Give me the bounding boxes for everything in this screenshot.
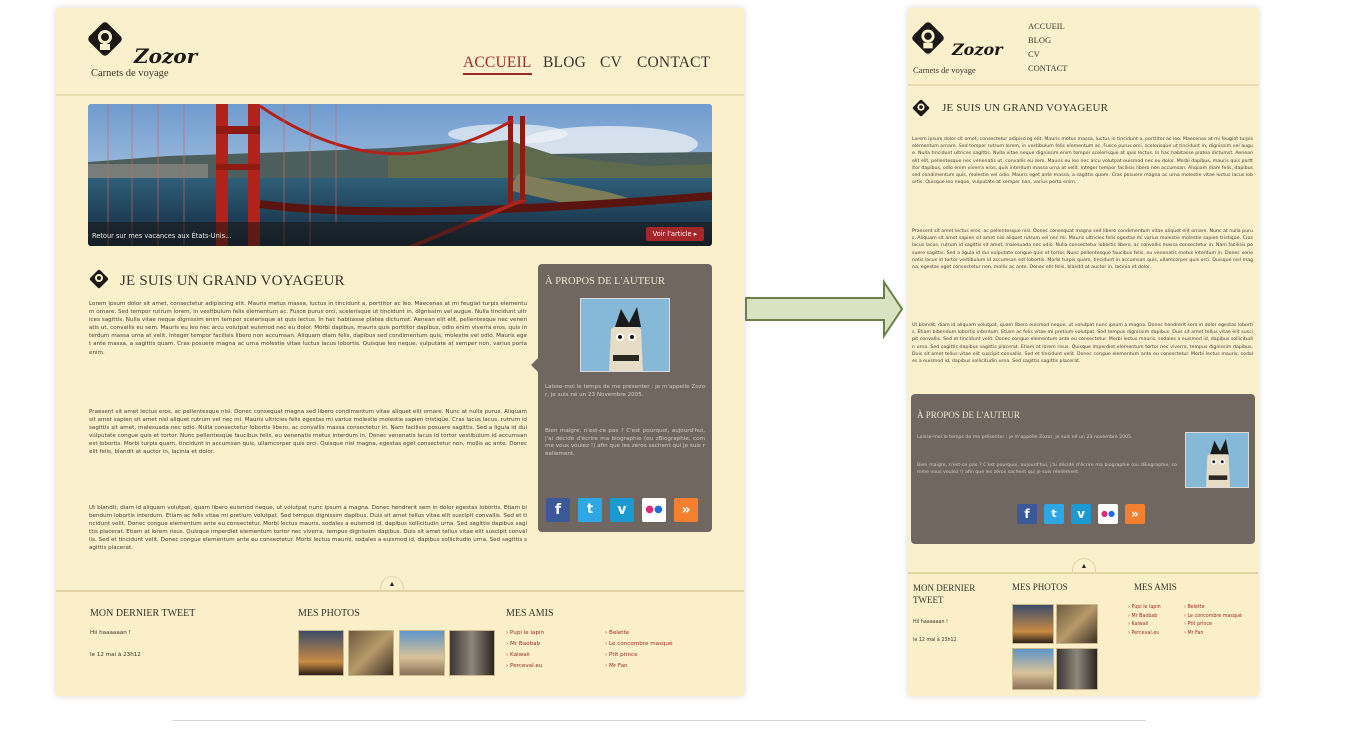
facebook-icon[interactable]: f bbox=[546, 498, 570, 522]
logo-name: Zozor bbox=[134, 44, 198, 68]
section-logo-icon bbox=[912, 99, 930, 117]
article-paragraph-1: Lorem ipsum dolor sit amet, consectetur … bbox=[912, 137, 1253, 186]
friend-link[interactable]: › Belette bbox=[1184, 604, 1254, 613]
article-paragraph-3: Ut blandit, diam id aliquam volutpat, qu… bbox=[89, 505, 527, 552]
friends-col2: › Belette › Le concombre masqué › Ptit p… bbox=[605, 628, 673, 672]
friends-title: MES AMIS bbox=[1134, 582, 1177, 592]
photo-thumb-3[interactable] bbox=[399, 630, 445, 676]
flickr-icon[interactable]: ●● bbox=[642, 498, 666, 522]
about-title: À PROPOS DE L'AUTEUR bbox=[545, 276, 666, 287]
friend-link[interactable]: › Ptit prince bbox=[605, 650, 673, 661]
social-links: f t v ●● » bbox=[1017, 504, 1145, 524]
friend-link[interactable]: › Mr Baobab bbox=[506, 639, 544, 650]
vimeo-icon[interactable]: v bbox=[1071, 504, 1091, 524]
section-logo-icon bbox=[89, 269, 109, 289]
transition-arrow-icon bbox=[745, 278, 904, 340]
about-text-1: Laisse-moi le temps de me présenter : je… bbox=[545, 384, 705, 398]
site-header: Zozor Carnets de voyage ACCUEIL BLOG CV … bbox=[56, 8, 744, 96]
friends-col1: › Pupi le lapin › Mr Baobab › Kaiwaii › … bbox=[1128, 604, 1161, 638]
friend-link[interactable]: › Mr Baobab bbox=[1128, 613, 1161, 622]
photo-thumb-4[interactable] bbox=[449, 630, 495, 676]
about-title: À PROPOS DE L'AUTEUR bbox=[917, 410, 1020, 420]
about-author-panel: À PROPOS DE L'AUTEUR Laisse-moi le temps… bbox=[531, 264, 712, 532]
friend-link[interactable]: › Le concombre masqué bbox=[1184, 613, 1254, 622]
tweet-date: le 12 mai à 23h12 bbox=[913, 638, 957, 643]
footer-toggle-button[interactable]: ▲ bbox=[380, 576, 404, 590]
friends-col2: › Belette › Le concombre masqué › Ptit p… bbox=[1184, 604, 1254, 638]
friends-col1: › Pupi le lapin › Mr Baobab › Kaiwaii › … bbox=[506, 628, 544, 672]
site-footer: ▲ MON DERNIER TWEET Hii haaaaaan ! le 12… bbox=[56, 576, 744, 696]
friend-link[interactable]: › Perceval.eu bbox=[506, 661, 544, 672]
site-tagline: Carnets de voyage bbox=[913, 65, 976, 75]
friends-title: MES AMIS bbox=[506, 608, 554, 619]
header-divider bbox=[908, 84, 1258, 86]
nav-accueil[interactable]: ACCUEIL bbox=[463, 54, 532, 75]
tweet-text: Hii haaaaaan ! bbox=[913, 620, 948, 625]
about-author-panel: À PROPOS DE L'AUTEUR Laisse-moi le temps… bbox=[911, 394, 1255, 544]
rss-icon[interactable]: » bbox=[674, 498, 698, 522]
photo-thumb-2[interactable] bbox=[1056, 604, 1098, 644]
friend-link[interactable]: › Perceval.eu bbox=[1128, 630, 1161, 639]
friend-link[interactable]: › Kaiwaii bbox=[506, 650, 544, 661]
photos-title: MES PHOTOS bbox=[298, 608, 360, 619]
zozor-logo-icon[interactable] bbox=[88, 22, 122, 56]
photo-thumb-1[interactable] bbox=[1012, 604, 1054, 644]
nav-contact[interactable]: CONTACT bbox=[1028, 63, 1067, 73]
article-paragraph-1: Lorem ipsum dolor sit amet, consectetur … bbox=[89, 301, 527, 356]
photo-thumb-2[interactable] bbox=[348, 630, 394, 676]
bottom-divider bbox=[172, 720, 1146, 721]
vimeo-icon[interactable]: v bbox=[610, 498, 634, 522]
hero-read-article-button[interactable]: Voir l'article ▸ bbox=[645, 227, 704, 241]
footer-toggle-button[interactable]: ▲ bbox=[1072, 558, 1096, 572]
author-avatar bbox=[1185, 432, 1249, 488]
tweet-date: le 12 mai à 23h12 bbox=[90, 652, 141, 658]
hero-caption: Retour sur mes vacances aux États-Unis..… bbox=[92, 232, 232, 240]
article-title: JE SUIS UN GRAND VOYAGEUR bbox=[942, 102, 1109, 114]
photo-thumb-4[interactable] bbox=[1056, 648, 1098, 690]
nav-accueil[interactable]: ACCUEIL bbox=[1028, 21, 1065, 31]
twitter-icon[interactable]: t bbox=[578, 498, 602, 522]
nav-contact[interactable]: CONTACT bbox=[637, 54, 710, 72]
site-tagline: Carnets de voyage bbox=[91, 68, 169, 79]
tweet-text: Hii haaaaaan ! bbox=[90, 630, 131, 636]
golden-gate-photo bbox=[88, 104, 712, 246]
nav-blog[interactable]: BLOG bbox=[1028, 35, 1051, 45]
article-title: JE SUIS UN GRAND VOYAGEUR bbox=[120, 273, 345, 289]
friend-link[interactable]: › Le concombre masqué bbox=[605, 639, 673, 650]
about-text-1: Laisse-moi le temps de me présenter : je… bbox=[917, 435, 1133, 440]
site-footer: ▲ MON DERNIER TWEET Hii haaaaaan ! le 12… bbox=[908, 558, 1258, 696]
article-paragraph-2: Praesent sit amet lectus eros, ac pellen… bbox=[912, 229, 1253, 271]
flickr-icon[interactable]: ●● bbox=[1098, 504, 1118, 524]
friend-link[interactable]: › Ptit prince bbox=[1184, 621, 1254, 630]
author-avatar bbox=[580, 298, 670, 372]
hero-banner[interactable]: Retour sur mes vacances aux États-Unis..… bbox=[88, 104, 712, 246]
nav-blog[interactable]: BLOG bbox=[543, 54, 586, 72]
logo-name: Zozor bbox=[952, 40, 1003, 59]
friend-link[interactable]: › Mr Fan bbox=[605, 661, 673, 672]
twitter-icon[interactable]: t bbox=[1044, 504, 1064, 524]
photo-thumb-1[interactable] bbox=[298, 630, 344, 676]
friend-link[interactable]: › Mr Fan bbox=[1184, 630, 1254, 639]
mobile-layout-mockup: Zozor Carnets de voyage ACCUEIL BLOG CV … bbox=[908, 8, 1258, 696]
article-paragraph-3: Ut blandit, diam id aliquam volutpat, qu… bbox=[912, 323, 1253, 365]
desktop-layout-mockup: Zozor Carnets de voyage ACCUEIL BLOG CV … bbox=[56, 8, 744, 696]
nav-cv[interactable]: CV bbox=[1028, 49, 1040, 59]
friend-link[interactable]: › Pupi le lapin bbox=[506, 628, 544, 639]
photos-title: MES PHOTOS bbox=[1012, 582, 1068, 592]
friend-link[interactable]: › Pupi le lapin bbox=[1128, 604, 1161, 613]
friend-link[interactable]: › Belette bbox=[605, 628, 673, 639]
facebook-icon[interactable]: f bbox=[1017, 504, 1037, 524]
nav-cv[interactable]: CV bbox=[600, 54, 622, 72]
about-text-2: Bien maigre, n'est-ce pas ? C'est pourqu… bbox=[545, 428, 705, 457]
article-paragraph-2: Praesent sit amet lectus eros, ac pellen… bbox=[89, 409, 527, 456]
social-links: f t v ●● » bbox=[546, 498, 698, 522]
photo-thumb-3[interactable] bbox=[1012, 648, 1054, 690]
rss-icon[interactable]: » bbox=[1125, 504, 1145, 524]
tweet-title: MON DERNIER TWEET bbox=[913, 583, 976, 605]
tweet-title: MON DERNIER TWEET bbox=[90, 608, 196, 619]
about-text-2: Bien maigre, n'est-ce pas ? C'est pourqu… bbox=[917, 463, 1177, 475]
zozor-logo-icon[interactable] bbox=[912, 22, 944, 54]
friend-link[interactable]: › Kaiwaii bbox=[1128, 621, 1161, 630]
